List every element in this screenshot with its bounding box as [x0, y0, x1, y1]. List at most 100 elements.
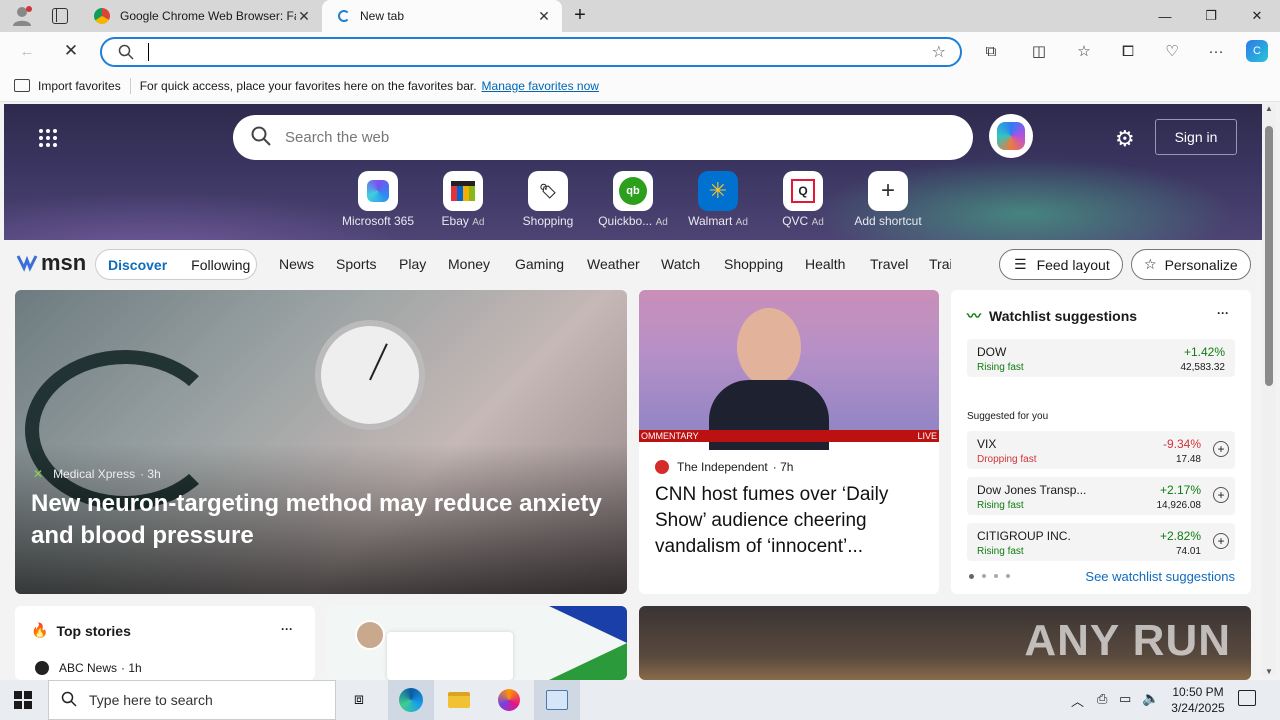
add-to-watchlist-icon[interactable]: + — [1213, 441, 1229, 457]
msn-logo[interactable]: msn — [16, 250, 86, 276]
scroll-down-arrow[interactable]: ▼ — [1262, 667, 1276, 676]
nav-truncated[interactable]: Trai — [929, 256, 951, 272]
ad-badge: Ad — [472, 217, 485, 228]
watchlist-row-dow[interactable]: DOW Rising fast +1.42% 42,583.32 — [967, 339, 1235, 377]
close-tab-icon[interactable]: ✕ — [536, 8, 552, 25]
file-explorer-icon[interactable] — [436, 680, 482, 720]
side-story-headline[interactable]: CNN host fumes over ‘Daily Show’ audienc… — [655, 482, 927, 560]
shortcut-microsoft-365[interactable]: Microsoft 365 — [338, 171, 418, 228]
watchlist-row-vix[interactable]: VIX Dropping fast -9.34% 17.48 + — [967, 431, 1235, 469]
shortcut-walmart[interactable]: ✳ Walmart Ad — [678, 171, 758, 228]
shortcut-qvc[interactable]: Q QVC Ad — [763, 171, 843, 228]
manage-favorites-link[interactable]: Manage favorites now — [482, 79, 599, 93]
nav-health[interactable]: Health — [805, 256, 845, 272]
back-icon[interactable]: ← — [16, 40, 38, 62]
edge-taskbar-icon[interactable] — [388, 680, 434, 720]
nav-sports[interactable]: Sports — [336, 256, 376, 272]
watermark-text: ANY RUN — [1024, 616, 1231, 665]
tab-following[interactable]: Following — [191, 257, 250, 273]
close-tab-icon[interactable]: ✕ — [296, 8, 312, 25]
taskbar-search-input[interactable]: Type here to search — [89, 692, 213, 708]
page-scrollbar[interactable]: ▲ ▼ — [1262, 104, 1276, 676]
watchlist-row-citigroup[interactable]: CITIGROUP INC. Rising fast +2.82% 74.01 … — [967, 523, 1235, 561]
address-bar[interactable]: ☆ — [100, 37, 962, 67]
tray-chevron-icon[interactable]: ︿ — [1071, 691, 1084, 710]
nav-weather[interactable]: Weather — [587, 256, 640, 272]
new-tab-button[interactable]: + — [568, 4, 592, 28]
add-to-watchlist-icon[interactable]: + — [1213, 487, 1229, 503]
import-favorites-button[interactable]: Import favorites — [38, 79, 121, 93]
start-button[interactable] — [0, 680, 46, 720]
collections-icon[interactable]: ⧠ — [1117, 40, 1139, 62]
personalize-button[interactable]: ☆ Personalize — [1131, 249, 1251, 280]
top-stories-more-button[interactable]: ··· — [281, 622, 293, 636]
taskbar-search[interactable]: Type here to search — [48, 680, 336, 720]
nav-shopping[interactable]: Shopping — [724, 256, 783, 272]
copilot-icon[interactable]: C — [1246, 40, 1268, 62]
profile-icon[interactable] — [10, 4, 34, 28]
story-source: Medical Xpress — [53, 467, 136, 481]
nav-watch[interactable]: Watch — [661, 256, 700, 272]
firefox-icon[interactable] — [486, 680, 532, 720]
restore-button[interactable]: ❐ — [1188, 0, 1234, 32]
nav-news[interactable]: News — [279, 256, 314, 272]
scrollbar-thumb[interactable] — [1265, 126, 1273, 386]
tab-actions-icon[interactable] — [52, 8, 68, 24]
see-watchlist-link[interactable]: See watchlist suggestions — [1085, 569, 1235, 584]
main-story-headline[interactable]: New neuron-targeting method may reduce a… — [31, 488, 611, 552]
food-story-card[interactable]: ANY RUN — [639, 606, 1251, 680]
scroll-up-arrow[interactable]: ▲ — [1262, 104, 1276, 113]
split-screen-icon[interactable]: ◫ — [1028, 40, 1050, 62]
minimize-button[interactable]: — — [1142, 0, 1188, 32]
stop-loading-icon[interactable]: ✕ — [60, 40, 82, 62]
web-search-input[interactable]: Search the web — [285, 129, 389, 146]
copilot-button[interactable] — [989, 114, 1033, 158]
shortcut-label: Microsoft 365 — [341, 214, 415, 228]
abc-news-logo-icon — [35, 661, 49, 675]
tab-new-tab[interactable]: New tab ✕ — [322, 0, 562, 32]
web-search-box[interactable]: Search the web — [233, 115, 973, 160]
nav-play[interactable]: Play — [399, 256, 426, 272]
browser-essentials-icon[interactable]: ♡ — [1161, 40, 1183, 62]
clock[interactable]: 10:50 PM 3/24/2025 — [1162, 684, 1234, 716]
windows-logo-icon — [14, 691, 32, 709]
apps-grid-icon[interactable] — [38, 128, 58, 148]
main-story-card[interactable]: ✕ Medical Xpress · 3h New neuron-targeti… — [15, 290, 627, 594]
watchlist-row-dow-transport[interactable]: Dow Jones Transp... Rising fast +2.17% 1… — [967, 477, 1235, 515]
ethernet-icon[interactable]: ▭ — [1119, 691, 1131, 707]
settings-gear-icon[interactable]: ⚙ — [1115, 126, 1135, 152]
tab-chrome-download[interactable]: Google Chrome Web Browser: Fa ✕ — [84, 0, 322, 32]
shortcut-quickbooks[interactable]: qb Quickbo... Ad — [593, 171, 673, 228]
promo-card[interactable] — [327, 606, 627, 680]
favorites-icon[interactable]: ☆ — [1073, 40, 1095, 62]
shopping-tag-icon: 🏷 — [528, 171, 568, 211]
feed-layout-button[interactable]: ☰ Feed layout — [999, 249, 1123, 280]
settings-more-icon[interactable]: ··· — [1205, 40, 1227, 62]
side-story-card[interactable]: OMMENTARY LIVE The Independent · 7h CNN … — [639, 290, 939, 594]
nav-travel[interactable]: Travel — [870, 256, 908, 272]
nav-gaming[interactable]: Gaming — [515, 256, 564, 272]
shortcut-shopping[interactable]: 🏷 Shopping — [508, 171, 588, 228]
add-to-watchlist-icon[interactable]: + — [1213, 533, 1229, 549]
nav-money[interactable]: Money — [448, 256, 490, 272]
feed-layout-label: Feed layout — [1036, 256, 1110, 273]
import-favorites-icon[interactable] — [14, 79, 30, 92]
watchlist-more-button[interactable]: ··· — [1217, 306, 1229, 320]
favorite-star-icon[interactable]: ☆ — [932, 42, 946, 62]
app-installer-icon[interactable] — [534, 680, 580, 720]
presenter-figure — [709, 308, 829, 450]
close-window-button[interactable]: ✕ — [1234, 0, 1280, 32]
search-icon — [61, 691, 77, 710]
network-icon[interactable]: ⎙ — [1097, 691, 1107, 707]
shortcut-ebay[interactable]: Ebay Ad — [423, 171, 503, 228]
volume-icon[interactable]: 🔈 — [1142, 690, 1159, 707]
address-input[interactable] — [148, 43, 151, 61]
shortcut-add[interactable]: + Add shortcut — [848, 171, 928, 228]
tab-discover[interactable]: Discover — [108, 257, 167, 273]
extensions-icon[interactable]: ⧉ — [980, 40, 1002, 62]
notifications-icon[interactable] — [1238, 690, 1256, 706]
sign-in-button[interactable]: Sign in — [1155, 119, 1237, 155]
sliders-icon: ☰ — [1014, 256, 1027, 272]
carousel-dots[interactable] — [969, 574, 1010, 579]
task-view-icon[interactable]: ⧈ — [336, 680, 382, 720]
